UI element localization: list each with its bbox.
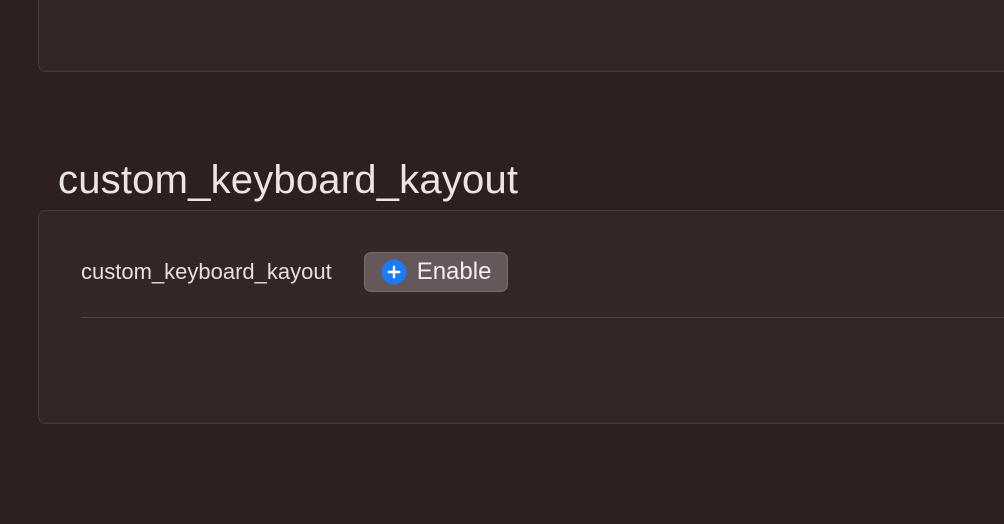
setting-label: custom_keyboard_kayout [81, 259, 332, 284]
settings-page: custom_keyboard_kayout custom_keyboard_k… [0, 0, 1004, 524]
plus-circle-icon [381, 259, 407, 285]
section-title: custom_keyboard_kayout [58, 158, 519, 202]
previous-settings-panel [38, 0, 1004, 72]
enable-button[interactable]: Enable [363, 252, 509, 292]
row-divider [81, 317, 1004, 318]
enable-button-label: Enable [416, 258, 492, 285]
setting-row: custom_keyboard_kayout Enable [81, 251, 509, 293]
custom-keyboard-layout-panel: custom_keyboard_kayout Enable [38, 210, 1004, 424]
